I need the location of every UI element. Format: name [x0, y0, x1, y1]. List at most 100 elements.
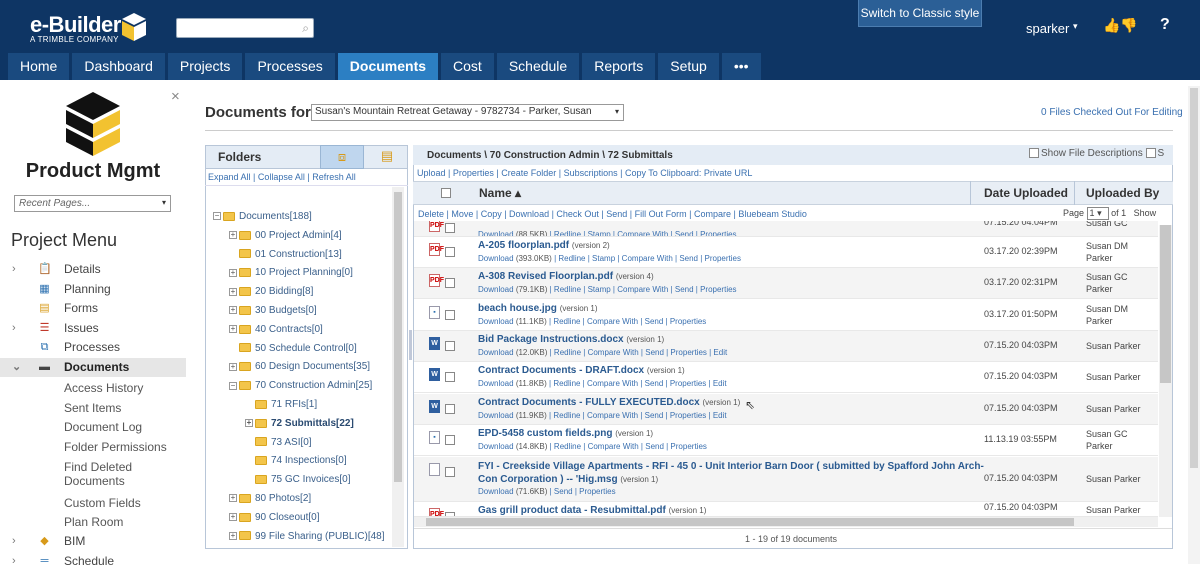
download-link[interactable]: Download: [478, 379, 514, 388]
document-name[interactable]: beach house.jpg: [478, 303, 557, 314]
folder-item[interactable]: 01 Construction[13]: [229, 249, 342, 261]
documents-toolbar[interactable]: Upload | Properties | Create Folder | Su…: [417, 168, 752, 178]
action-links[interactable]: | Redline | Compare With | Send | Proper…: [550, 348, 728, 357]
folder-item[interactable]: +99 File Sharing (PUBLIC)[48]: [229, 531, 385, 543]
row-checkbox[interactable]: [445, 372, 455, 383]
col-name-header[interactable]: Name ▴: [479, 186, 521, 200]
expand-toggle-icon[interactable]: +: [229, 306, 237, 315]
action-links[interactable]: | Redline | Compare With | Send | Proper…: [550, 442, 707, 451]
row-checkbox[interactable]: [445, 309, 455, 320]
global-search-input[interactable]: ⌕: [176, 18, 314, 38]
document-name[interactable]: EPD-5458 custom fields.png: [478, 428, 612, 439]
document-row[interactable]: ▪ EPD-5458 custom fields.png (version 1) D…: [414, 425, 1158, 456]
action-links[interactable]: | Redline | Compare With | Send | Proper…: [549, 411, 727, 420]
chevron-icon[interactable]: ›: [12, 552, 16, 571]
document-actions[interactable]: Download (11.9KB) | Redline | Compare Wi…: [478, 411, 727, 420]
show-descriptions-checkbox[interactable]: Show File Descriptions S: [1029, 148, 1164, 159]
folder-item[interactable]: +00 Project Admin[4]: [229, 230, 342, 242]
document-row[interactable]: W Contract Documents - DRAFT.docx (versio…: [414, 362, 1158, 394]
folder-item[interactable]: +60 Design Documents[35]: [229, 361, 370, 373]
document-actions[interactable]: Download (393.0KB) | Redline | Stamp | C…: [478, 254, 741, 263]
submenu-item[interactable]: Document Log: [64, 420, 142, 434]
expand-toggle-icon[interactable]: +: [229, 287, 237, 296]
download-link[interactable]: Download: [478, 317, 514, 326]
action-links[interactable]: | Redline | Compare With | Send | Proper…: [549, 379, 727, 388]
checkbox[interactable]: [1029, 148, 1039, 159]
download-link[interactable]: Download: [478, 285, 514, 294]
nav-tab-1[interactable]: Dashboard: [72, 53, 165, 80]
row-checkbox[interactable]: [445, 247, 455, 257]
expand-toggle-icon[interactable]: +: [245, 419, 253, 428]
project-select[interactable]: ▾ Susan's Mountain Retreat Getaway - 9782…: [311, 104, 624, 121]
nav-tab-0[interactable]: Home: [8, 53, 70, 80]
document-name[interactable]: Gas grill product data - Resubmittal.pdf: [478, 505, 666, 516]
nav-tab-8[interactable]: Setup: [658, 53, 719, 80]
nav-tab-3[interactable]: Processes: [245, 53, 335, 80]
submenu-item[interactable]: Plan Room: [64, 515, 123, 529]
checked-out-link[interactable]: 0 Files Checked Out For Editing: [1041, 107, 1183, 118]
row-checkbox[interactable]: [445, 403, 455, 414]
help-icon[interactable]: ?: [1160, 16, 1170, 34]
col-date-header[interactable]: Date Uploaded: [984, 186, 1068, 200]
page-select[interactable]: 1 ▾: [1086, 207, 1109, 220]
nav-tab-4[interactable]: Documents: [337, 53, 439, 80]
folder-tree-view-icon[interactable]: ⧈: [320, 145, 364, 169]
document-name-link[interactable]: A-205 floorplan.pdf (version 2): [478, 240, 610, 251]
expand-toggle-icon[interactable]: +: [229, 362, 237, 371]
download-link[interactable]: Download: [478, 442, 514, 451]
document-actions[interactable]: Download (11.8KB) | Redline | Compare Wi…: [478, 379, 727, 388]
nav-tab-5[interactable]: Cost: [441, 53, 494, 80]
window-scrollbar-thumb[interactable]: [1190, 88, 1198, 468]
document-actions[interactable]: Download (79.1KB) | Redline | Stamp | Co…: [478, 285, 737, 294]
panel-splitter[interactable]: [409, 330, 412, 360]
submenu-item[interactable]: Custom Fields: [64, 496, 141, 510]
folder-list-view-icon[interactable]: ▤: [366, 145, 408, 169]
document-row[interactable]: PDF A-205 floorplan.pdf (version 2) Downlo…: [414, 237, 1158, 268]
expand-toggle-icon[interactable]: −: [229, 381, 237, 390]
document-actions[interactable]: Download (88.5KB) | Redline | Stamp | Co…: [478, 230, 737, 236]
document-row[interactable]: W Contract Documents - FULLY EXECUTED.doc…: [414, 393, 1158, 425]
expand-toggle-icon[interactable]: −: [213, 212, 221, 221]
document-row[interactable]: FYI - Creekside Village Apartments - RFI…: [414, 457, 1158, 502]
folder-item[interactable]: +10 Project Planning[0]: [229, 267, 353, 279]
user-menu[interactable]: sparker: [1026, 21, 1069, 36]
document-name[interactable]: Contract Documents - FULLY EXECUTED.docx: [478, 397, 700, 408]
nav-tab-2[interactable]: Projects: [167, 53, 243, 80]
nav-tab-7[interactable]: Reports: [582, 53, 656, 80]
document-actions-toolbar[interactable]: Delete | Move | Copy | Download | Check …: [418, 209, 807, 219]
document-name-link[interactable]: A-308 Revised Floorplan.pdf (version 4): [478, 271, 654, 282]
expand-toggle-icon[interactable]: +: [229, 513, 237, 522]
folder-item[interactable]: +80 Photos[2]: [229, 493, 311, 505]
pager-show-label[interactable]: Show: [1134, 208, 1157, 218]
row-checkbox[interactable]: [445, 434, 455, 445]
download-link[interactable]: Download: [478, 348, 514, 357]
folder-item[interactable]: +40 Contracts[0]: [229, 324, 323, 336]
folder-item[interactable]: +30 Budgets[0]: [229, 305, 317, 317]
folder-item[interactable]: 50 Schedule Control[0]: [229, 343, 357, 355]
expand-toggle-icon[interactable]: +: [229, 268, 237, 277]
row-checkbox[interactable]: [445, 340, 455, 351]
action-links[interactable]: | Redline | Stamp | Compare With | Send …: [550, 285, 737, 294]
chevron-icon[interactable]: ›: [12, 319, 16, 338]
action-links[interactable]: | Send | Properties: [550, 487, 616, 496]
row-checkbox[interactable]: [445, 278, 455, 289]
document-row[interactable]: PDF A-308 Revised Floorplan.pdf (version …: [414, 268, 1158, 300]
document-row[interactable]: W Bid Package Instructions.docx (version …: [414, 330, 1158, 362]
menu-item-bim[interactable]: › ◆ BIM: [0, 532, 186, 551]
folder-item[interactable]: 74 Inspections[0]: [245, 455, 347, 467]
download-link[interactable]: Download: [478, 487, 514, 496]
folder-item[interactable]: − 70 Construction Admin[25]: [229, 380, 372, 392]
row-checkbox[interactable]: [445, 467, 455, 477]
expand-toggle-icon[interactable]: +: [229, 531, 237, 540]
folder-item[interactable]: 73 ASI[0]: [245, 437, 312, 449]
recent-pages-select[interactable]: ▾ Recent Pages...: [14, 195, 171, 212]
expand-toggle-icon[interactable]: +: [229, 325, 237, 334]
document-name[interactable]: Bid Package Instructions.docx: [478, 334, 624, 345]
menu-item-documents[interactable]: ⌄ ▬ Documents: [0, 358, 186, 377]
document-actions[interactable]: Download (11.1KB) | Redline | Compare Wi…: [478, 317, 706, 326]
download-link[interactable]: Download: [478, 230, 514, 236]
document-name[interactable]: A-205 floorplan.pdf: [478, 240, 569, 251]
document-name[interactable]: FYI - Creekside Village Apartments - RFI…: [478, 461, 984, 472]
document-name[interactable]: Contract Documents - DRAFT.docx: [478, 365, 644, 376]
documents-hscrollbar-thumb[interactable]: [426, 518, 1074, 526]
